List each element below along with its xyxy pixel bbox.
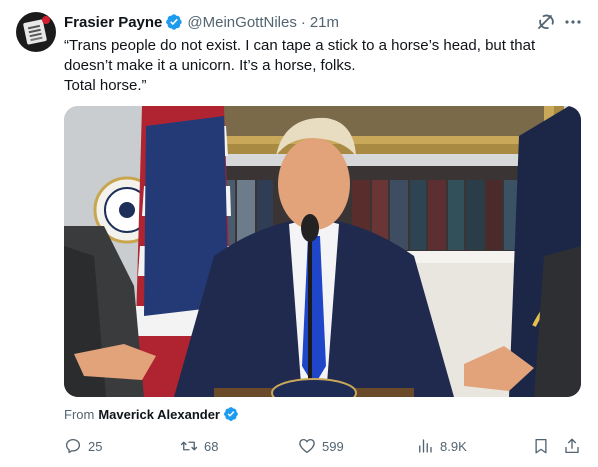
reply-count: 25 [88, 438, 103, 454]
action-bar: 25 68 599 8.9K [0, 436, 598, 456]
reply-icon [65, 438, 81, 454]
separator-dot: · [300, 13, 306, 31]
tweet-timestamp[interactable]: 21m [310, 14, 339, 31]
repost-button[interactable]: 68 [180, 436, 218, 456]
author-handle[interactable]: @MeinGottNiles [187, 14, 296, 31]
author-name[interactable]: Frasier Payne [64, 14, 162, 31]
views-count: 8.9K [440, 438, 467, 454]
more-icon[interactable] [564, 13, 582, 31]
share-button[interactable] [563, 436, 581, 456]
media-image [64, 106, 581, 397]
views-icon [419, 439, 432, 453]
like-count: 599 [322, 438, 344, 454]
tweet-text: “Trans people do not exist. I can tape a… [64, 37, 536, 94]
reply-button[interactable]: 25 [64, 436, 102, 456]
verified-badge-icon[interactable] [165, 13, 183, 31]
tweet-header: Frasier Payne @MeinGottNiles · 21m [64, 12, 339, 32]
repost-count: 68 [204, 438, 219, 454]
views-button[interactable]: 8.9K [416, 436, 467, 456]
repost-icon [180, 441, 198, 451]
author-avatar[interactable] [16, 12, 56, 52]
like-button[interactable]: 599 [298, 436, 344, 456]
avatar-pin [42, 16, 50, 24]
bookmark-icon [535, 438, 547, 454]
bookmark-button[interactable] [532, 436, 550, 456]
source-prefix: From [64, 406, 95, 422]
media-source: From Maverick Alexander [64, 406, 243, 422]
share-icon [565, 438, 579, 454]
tweet-media[interactable] [64, 106, 581, 397]
grok-icon[interactable] [535, 11, 557, 33]
like-icon [299, 438, 315, 454]
source-verified-badge-icon [223, 406, 239, 422]
source-author[interactable]: Maverick Alexander [98, 407, 220, 422]
